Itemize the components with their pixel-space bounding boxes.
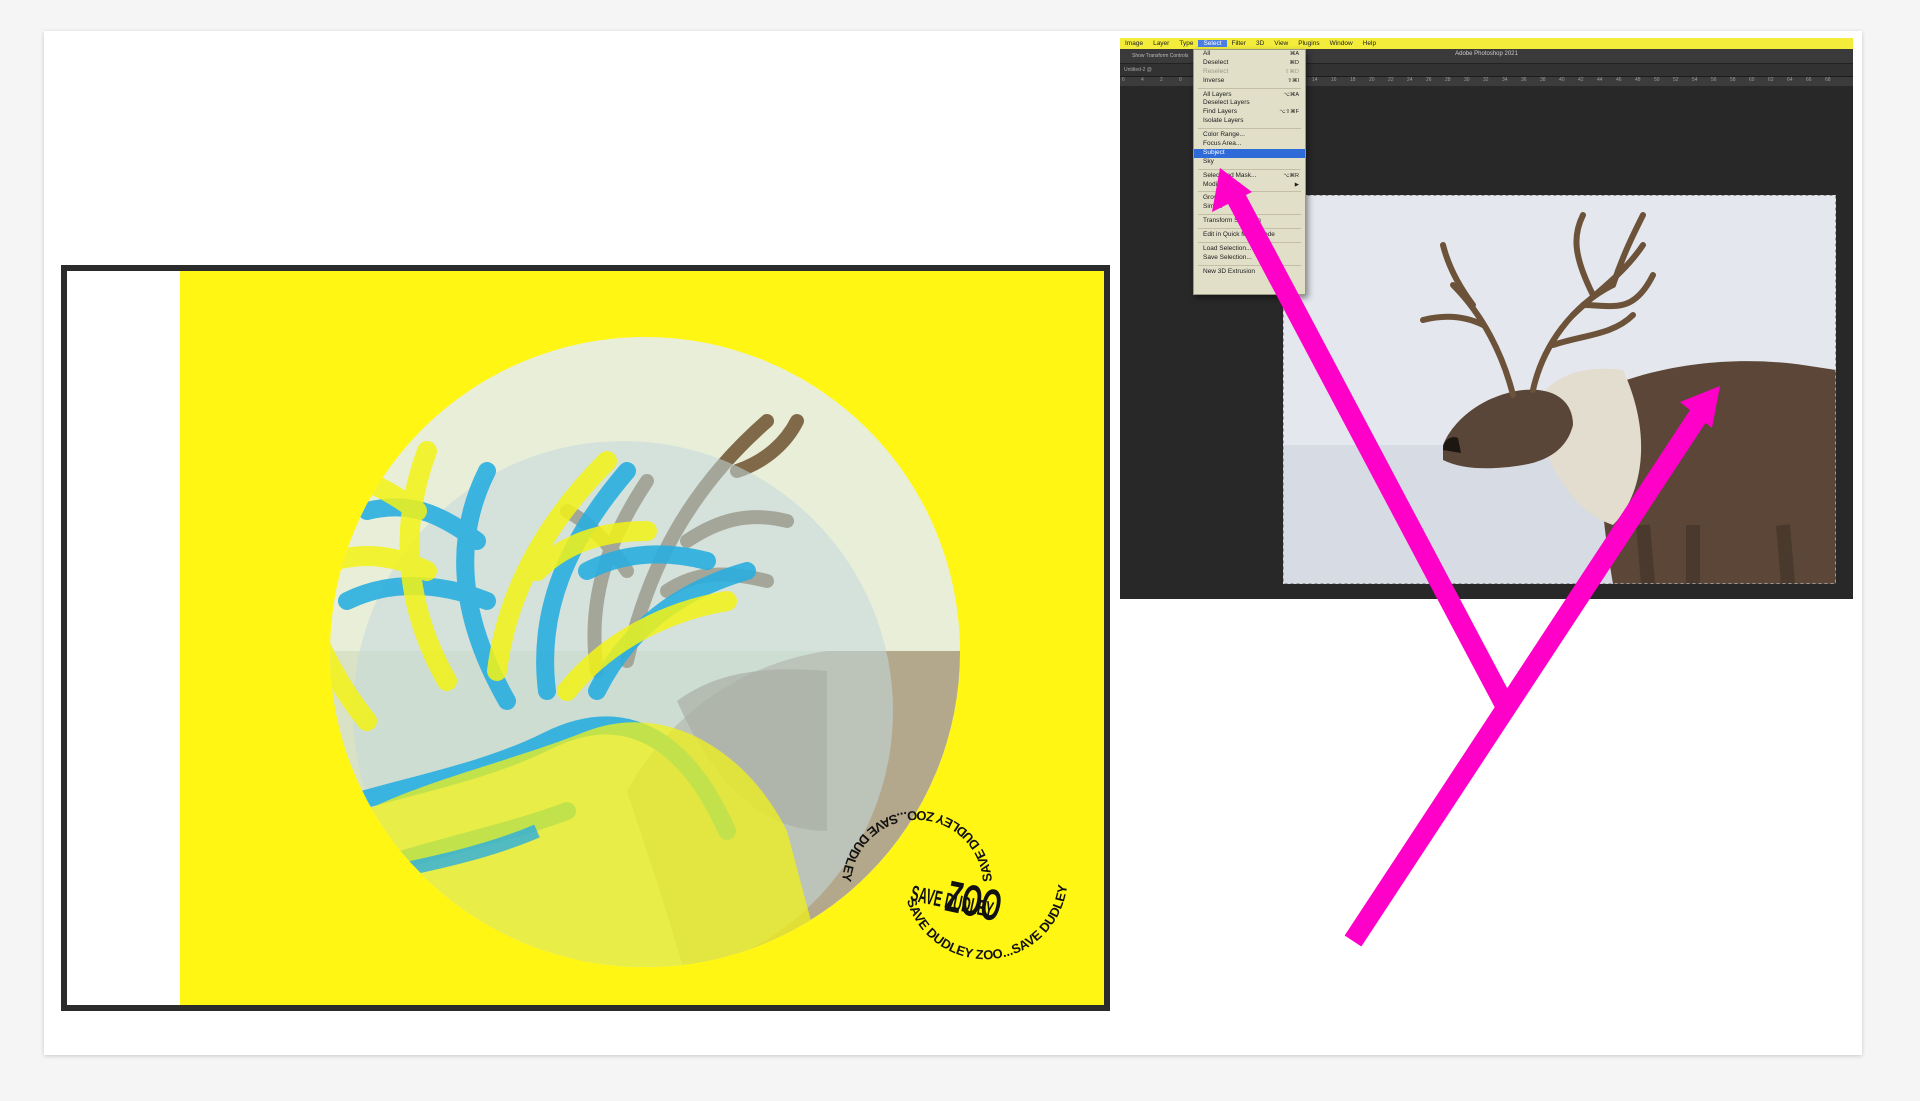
menu-item-inverse[interactable]: Inverse ⇧⌘I <box>1194 77 1305 86</box>
ruler-tick-label: 26 <box>1426 77 1432 83</box>
ruler-tick-label: 60 <box>1749 77 1755 83</box>
submenu-arrow-icon: ▶ <box>1294 181 1299 188</box>
ruler-tick-label: 46 <box>1616 77 1622 83</box>
ruler-tick-label: 2 <box>1160 77 1163 83</box>
select-menu-dropdown: All ⌘A Deselect ⌘D Reselect ⇧⌘D Inverse ⇧⌘I … <box>1193 49 1306 295</box>
menu-select[interactable]: Select <box>1198 40 1227 47</box>
menu-item-load-selection[interactable]: Load Selection... <box>1194 245 1305 254</box>
reindeer-photo <box>1283 195 1836 584</box>
ruler-tick-label: 18 <box>1350 77 1356 83</box>
ruler-tick-label: 54 <box>1692 77 1698 83</box>
ruler-tick-label: 68 <box>1825 77 1831 83</box>
menu-item-color-range[interactable]: Color Range... <box>1194 131 1305 140</box>
ruler-tick-label: 6 <box>1122 77 1125 83</box>
ruler-tick-label: 14 <box>1312 77 1318 83</box>
ruler-tick-label: 50 <box>1654 77 1660 83</box>
poster-frame: SAVE DUDLEY ZOO...SAVE DUDLEY SAVE DUDLE… <box>61 265 1110 1011</box>
menu-image[interactable]: Image <box>1120 40 1148 47</box>
ruler-tick-label: 34 <box>1502 77 1508 83</box>
ruler-tick-label: 28 <box>1445 77 1451 83</box>
menu-help[interactable]: Help <box>1358 40 1381 47</box>
menu-type[interactable]: Type <box>1174 40 1198 47</box>
ruler-tick-label: 24 <box>1407 77 1413 83</box>
ruler-tick-label: 58 <box>1730 77 1736 83</box>
menu-separator <box>1198 191 1301 193</box>
menu-item-grow[interactable]: Grow <box>1194 194 1305 203</box>
menu-item-isolate-layers[interactable]: Isolate Layers <box>1194 117 1305 126</box>
menu-item-select-and-mask[interactable]: Select and Mask... ⌥⌘R <box>1194 172 1305 181</box>
menu-view[interactable]: View <box>1269 40 1293 47</box>
ruler-tick-label: 30 <box>1464 77 1470 83</box>
ruler-tick-label: 16 <box>1331 77 1337 83</box>
ruler-tick-label: 38 <box>1540 77 1546 83</box>
ruler-tick-label: 36 <box>1521 77 1527 83</box>
menu-item-modify[interactable]: Modify ▶ <box>1194 181 1305 190</box>
menu-separator <box>1198 228 1301 230</box>
poster-artwork: SAVE DUDLEY ZOO...SAVE DUDLEY SAVE DUDLE… <box>67 271 1104 1005</box>
ruler-tick-label: 66 <box>1806 77 1812 83</box>
ruler-tick-label: 40 <box>1559 77 1565 83</box>
menu-item-save-selection[interactable]: Save Selection... <box>1194 254 1305 263</box>
ruler-tick-label: 48 <box>1635 77 1641 83</box>
menu-item-transform-selection[interactable]: Transform Selection <box>1194 217 1305 226</box>
menu-item-subject[interactable]: Subject <box>1194 148 1305 158</box>
menu-separator <box>1198 214 1301 216</box>
ruler-tick-label: 44 <box>1597 77 1603 83</box>
ruler-tick-label: 62 <box>1768 77 1774 83</box>
menu-item-reselect: Reselect ⇧⌘D <box>1203 67 1299 75</box>
menu-window[interactable]: Window <box>1325 40 1358 47</box>
menu-plugins[interactable]: Plugins <box>1293 40 1324 47</box>
menu-item-sky[interactable]: Sky <box>1194 158 1305 167</box>
menu-layer[interactable]: Layer <box>1148 40 1174 47</box>
menu-item-similar[interactable]: Similar <box>1194 203 1305 212</box>
ps-menubar: Image Layer Type Select Filter 3D View P… <box>1120 38 1853 49</box>
menu-item-find-layers[interactable]: Find Layers ⌥⇧⌘F <box>1194 108 1305 117</box>
menu-3d[interactable]: 3D <box>1251 40 1269 47</box>
document-tab[interactable]: Untitled-2 @ <box>1124 67 1152 73</box>
menu-item-all[interactable]: All ⌘A <box>1194 50 1305 59</box>
menu-filter[interactable]: Filter <box>1227 40 1251 47</box>
ruler-tick-label: 32 <box>1483 77 1489 83</box>
ruler-tick-label: 64 <box>1787 77 1793 83</box>
menu-separator <box>1198 242 1301 244</box>
ruler-tick-label: 20 <box>1369 77 1375 83</box>
menu-separator <box>1198 264 1301 266</box>
ruler-tick-label: 22 <box>1388 77 1394 83</box>
ruler-tick-label: 56 <box>1711 77 1717 83</box>
ruler-tick-label: 42 <box>1578 77 1584 83</box>
photoshop-screenshot: Image Layer Type Select Filter 3D View P… <box>1120 38 1853 599</box>
menu-item-deselect[interactable]: Deselect ⌘D <box>1194 59 1305 68</box>
menu-item-quick-mask[interactable]: Edit in Quick Mask Mode <box>1194 231 1305 240</box>
menu-separator <box>1198 87 1301 89</box>
ruler-tick-label: 52 <box>1673 77 1679 83</box>
menu-item-all-layers[interactable]: All Layers ⌥⌘A <box>1194 91 1305 100</box>
menu-item-focus-area[interactable]: Focus Area... <box>1194 140 1305 149</box>
menu-item-deselect-layers[interactable]: Deselect Layers <box>1194 99 1305 108</box>
menu-item-new-3d-extrusion[interactable]: New 3D Extrusion <box>1194 268 1305 277</box>
ruler-tick-label: 4 <box>1141 77 1144 83</box>
menu-separator <box>1198 168 1301 170</box>
menu-separator <box>1198 128 1301 130</box>
